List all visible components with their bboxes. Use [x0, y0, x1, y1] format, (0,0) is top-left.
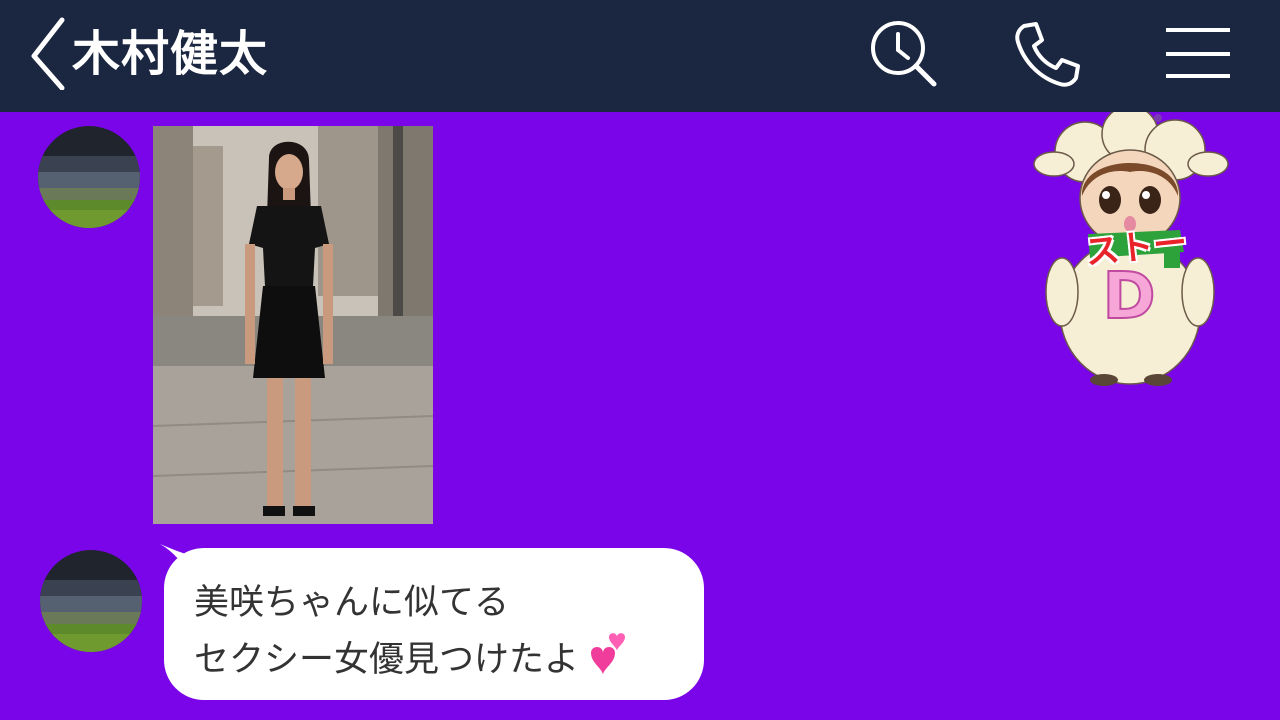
hearts-icon [591, 633, 626, 675]
message-line-with-emoji: セクシー女優見つけたよ [194, 631, 684, 688]
avatar[interactable] [38, 126, 140, 228]
character-sticker[interactable]: ストー D [1030, 112, 1235, 397]
avatar[interactable] [40, 550, 142, 652]
shared-photo[interactable] [153, 126, 433, 524]
message-line: 美咲ちゃんに似てる [194, 583, 510, 623]
message-bubble[interactable]: 美咲ちゃんに似てる セクシー女優見つけたよ [160, 544, 704, 700]
phone-icon[interactable] [1010, 20, 1082, 92]
chat-area: ストー D 美咲ちゃんに似てる セクシー女優見つけたよ [0, 112, 1280, 720]
chat-title: 木村健太 [72, 26, 269, 82]
menu-icon[interactable] [1162, 20, 1234, 92]
message-line: セクシー女優見つけたよ [194, 640, 580, 680]
message-text: 美咲ちゃんに似てる セクシー女優見つけたよ [194, 576, 684, 688]
chat-header: 木村健太 [0, 0, 1280, 112]
sticker-letter: D [1101, 259, 1156, 335]
back-chevron-icon[interactable] [26, 16, 70, 91]
bubble-tail [160, 544, 200, 578]
search-icon[interactable] [866, 20, 938, 92]
